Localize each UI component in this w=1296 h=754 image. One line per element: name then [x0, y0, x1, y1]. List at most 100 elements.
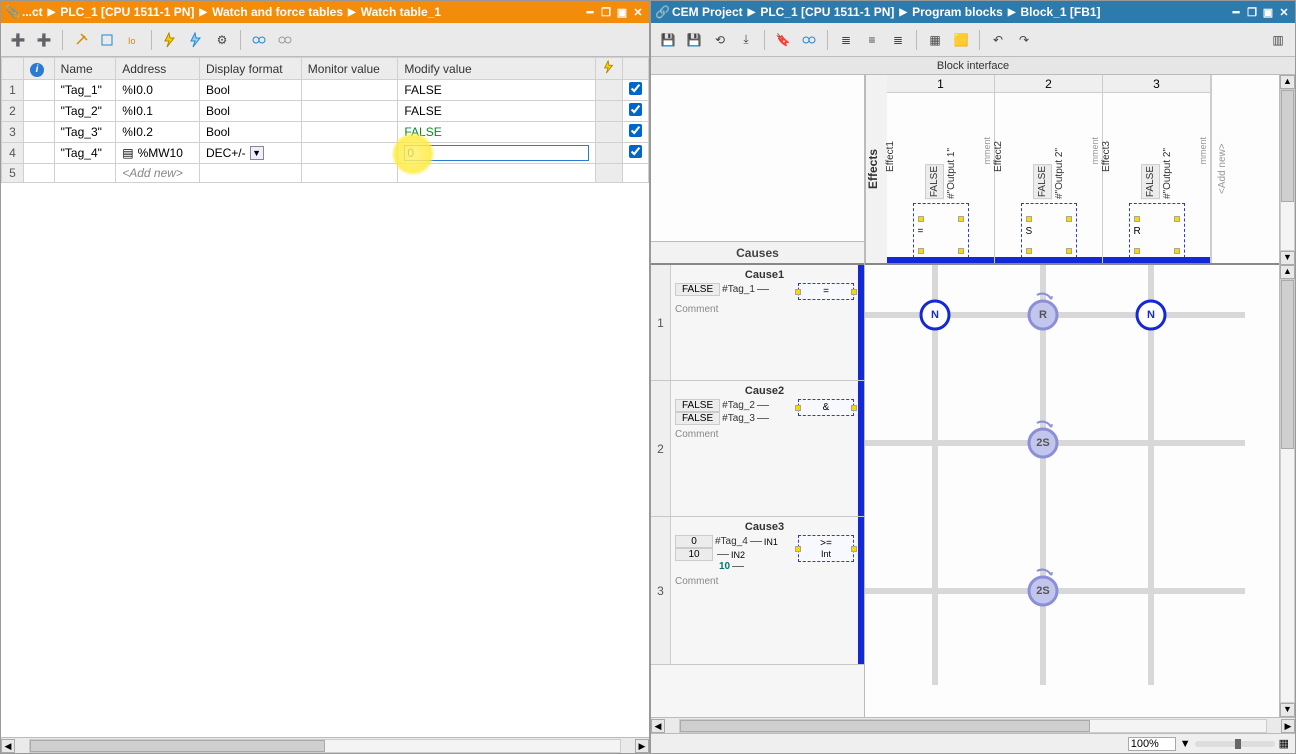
block-interface-header[interactable]: Block interface — [651, 57, 1295, 75]
scroll-thumb[interactable] — [30, 740, 325, 752]
address-cell[interactable]: %I0.1 — [116, 101, 200, 122]
zoom-dropdown-icon[interactable]: ▼ — [1180, 738, 1191, 750]
cem-matrix[interactable]: NRN2S2S — [865, 265, 1279, 717]
monitor-cell[interactable] — [301, 164, 398, 183]
effect-add-new[interactable]: <Add new> — [1211, 75, 1233, 263]
name-cell[interactable]: "Tag_4" — [54, 143, 116, 164]
table-row[interactable]: 5<Add new> — [2, 164, 649, 183]
scroll-thumb[interactable] — [1281, 90, 1294, 202]
effect-column[interactable]: 3 Effect3 FALSE #"Output 2" mment R — [1103, 75, 1211, 263]
effect-column[interactable]: 2 Effect2 FALSE #"Output 2" mment S — [995, 75, 1103, 263]
effect-block[interactable]: R — [1129, 203, 1185, 263]
scroll-right-icon[interactable]: ▶ — [1281, 719, 1295, 733]
cause-row[interactable]: 3 Cause3 0#Tag_4IN110IN210 >= Int Commen… — [651, 517, 864, 665]
highlight-icon[interactable]: 🟨 — [950, 29, 972, 51]
monitor-once-icon[interactable] — [70, 29, 92, 51]
name-cell[interactable]: "Tag_2" — [54, 101, 116, 122]
monitor-cell[interactable] — [301, 143, 398, 164]
address-cell[interactable]: ▤ %MW10 — [116, 143, 200, 164]
modify-selected-icon[interactable]: Io — [122, 29, 144, 51]
right-h-scroll[interactable]: ◀ ▶ — [651, 717, 1295, 733]
name-cell[interactable]: "Tag_1" — [54, 80, 116, 101]
scroll-track[interactable] — [1280, 89, 1295, 251]
scroll-left-icon[interactable]: ◀ — [1, 739, 15, 753]
tag-icon[interactable]: 🔖 — [772, 29, 794, 51]
breadcrumb-segment[interactable]: PLC_1 [CPU 1511-1 PN] — [760, 5, 894, 19]
modify-cell[interactable]: FALSE — [398, 122, 596, 143]
flash-once-icon[interactable] — [185, 29, 207, 51]
cause-block[interactable]: = — [798, 283, 854, 300]
insert-row-icon[interactable]: ➕ — [33, 29, 55, 51]
col-monitor-value[interactable]: Monitor value — [301, 58, 398, 80]
check-cell[interactable] — [623, 122, 649, 143]
col-display-format[interactable]: Display format — [199, 58, 301, 80]
save-all-icon[interactable]: 💾 — [683, 29, 705, 51]
scroll-up-icon[interactable]: ▲ — [1280, 75, 1295, 89]
undo-icon[interactable]: ↶ — [987, 29, 1009, 51]
table-row[interactable]: 4"Tag_4"▤ %MW10DEC+/- ▼ — [2, 143, 649, 164]
breadcrumb-segment[interactable]: ...ct — [22, 5, 43, 19]
matrix-node[interactable]: N — [1137, 301, 1165, 329]
panel-toggle-icon[interactable]: ▥ — [1267, 29, 1289, 51]
grid-icon[interactable]: ▦ — [924, 29, 946, 51]
check-cell[interactable] — [623, 101, 649, 122]
close-button[interactable]: ✕ — [631, 5, 645, 19]
col-modify-value[interactable]: Modify value — [398, 58, 596, 80]
scroll-left-icon[interactable]: ◀ — [651, 719, 665, 733]
row-checkbox[interactable] — [629, 103, 642, 116]
format-cell[interactable]: Bool — [199, 101, 301, 122]
monitor-all-icon[interactable] — [96, 29, 118, 51]
maximize-button[interactable]: ▣ — [615, 5, 629, 19]
restore-button[interactable]: ❐ — [1245, 5, 1259, 19]
cause-block[interactable]: >= Int — [798, 535, 854, 562]
format-cell[interactable]: Bool — [199, 80, 301, 101]
effect-block[interactable]: S — [1021, 203, 1077, 263]
monitor-cell[interactable] — [301, 101, 398, 122]
scroll-track[interactable] — [679, 719, 1267, 733]
scroll-down-icon[interactable]: ▼ — [1280, 251, 1295, 265]
scroll-thumb[interactable] — [680, 720, 1090, 732]
align-left-icon[interactable]: ≣ — [835, 29, 857, 51]
check-cell[interactable] — [623, 80, 649, 101]
address-cell[interactable]: %I0.0 — [116, 80, 200, 101]
breadcrumb-segment[interactable]: Program blocks — [912, 5, 1003, 19]
row-checkbox[interactable] — [629, 82, 642, 95]
modify-cell[interactable] — [398, 143, 596, 164]
modify-cell[interactable]: FALSE — [398, 80, 596, 101]
status-icon[interactable]: ▦ — [1279, 737, 1289, 750]
cause-content[interactable]: Cause1 FALSE#Tag_1 = Comment — [671, 265, 858, 380]
disable-io-icon[interactable]: ⚙ — [211, 29, 233, 51]
breadcrumb-segment[interactable]: PLC_1 [CPU 1511-1 PN] — [60, 5, 194, 19]
scroll-up-icon[interactable]: ▲ — [1280, 265, 1295, 279]
download-icon[interactable]: ⤓ — [735, 29, 757, 51]
scroll-track[interactable] — [1280, 279, 1295, 703]
left-h-scroll[interactable]: ◀ ▶ — [1, 737, 649, 753]
cause-row[interactable]: 1 Cause1 FALSE#Tag_1 = Comment — [651, 265, 864, 381]
name-cell[interactable] — [54, 164, 116, 183]
effect-column[interactable]: 1 Effect1 FALSE #"Output 1" mment = — [887, 75, 995, 263]
row-checkbox[interactable] — [629, 145, 642, 158]
table-row[interactable]: 2"Tag_2"%I0.1BoolFALSE — [2, 101, 649, 122]
format-cell[interactable] — [199, 164, 301, 183]
col-info[interactable]: i — [24, 58, 55, 80]
redo-icon[interactable]: ↷ — [1013, 29, 1035, 51]
align-right-icon[interactable]: ≣ — [887, 29, 909, 51]
format-cell[interactable]: Bool — [199, 122, 301, 143]
address-cell[interactable]: %I0.2 — [116, 122, 200, 143]
check-cell[interactable] — [623, 164, 649, 183]
matrix-node[interactable]: N — [921, 301, 949, 329]
close-button[interactable]: ✕ — [1277, 5, 1291, 19]
breadcrumb-segment[interactable]: Watch and force tables — [212, 5, 343, 19]
save-icon[interactable]: 💾 — [657, 29, 679, 51]
zoom-slider-thumb[interactable] — [1235, 739, 1241, 749]
format-cell[interactable]: DEC+/- ▼ — [199, 143, 301, 164]
cause-row[interactable]: 2 Cause2 FALSE#Tag_2FALSE#Tag_3 & Commen… — [651, 381, 864, 517]
restore-button[interactable]: ❐ — [599, 5, 613, 19]
effects-v-scroll[interactable]: ▲ ▼ — [1279, 75, 1295, 265]
check-cell[interactable] — [623, 143, 649, 164]
monitor-icon[interactable] — [798, 29, 820, 51]
breadcrumb-segment[interactable]: CEM Project — [672, 5, 743, 19]
glasses-off-icon[interactable] — [274, 29, 296, 51]
modify-input[interactable] — [404, 145, 589, 161]
chevron-down-icon[interactable]: ▼ — [250, 146, 264, 160]
